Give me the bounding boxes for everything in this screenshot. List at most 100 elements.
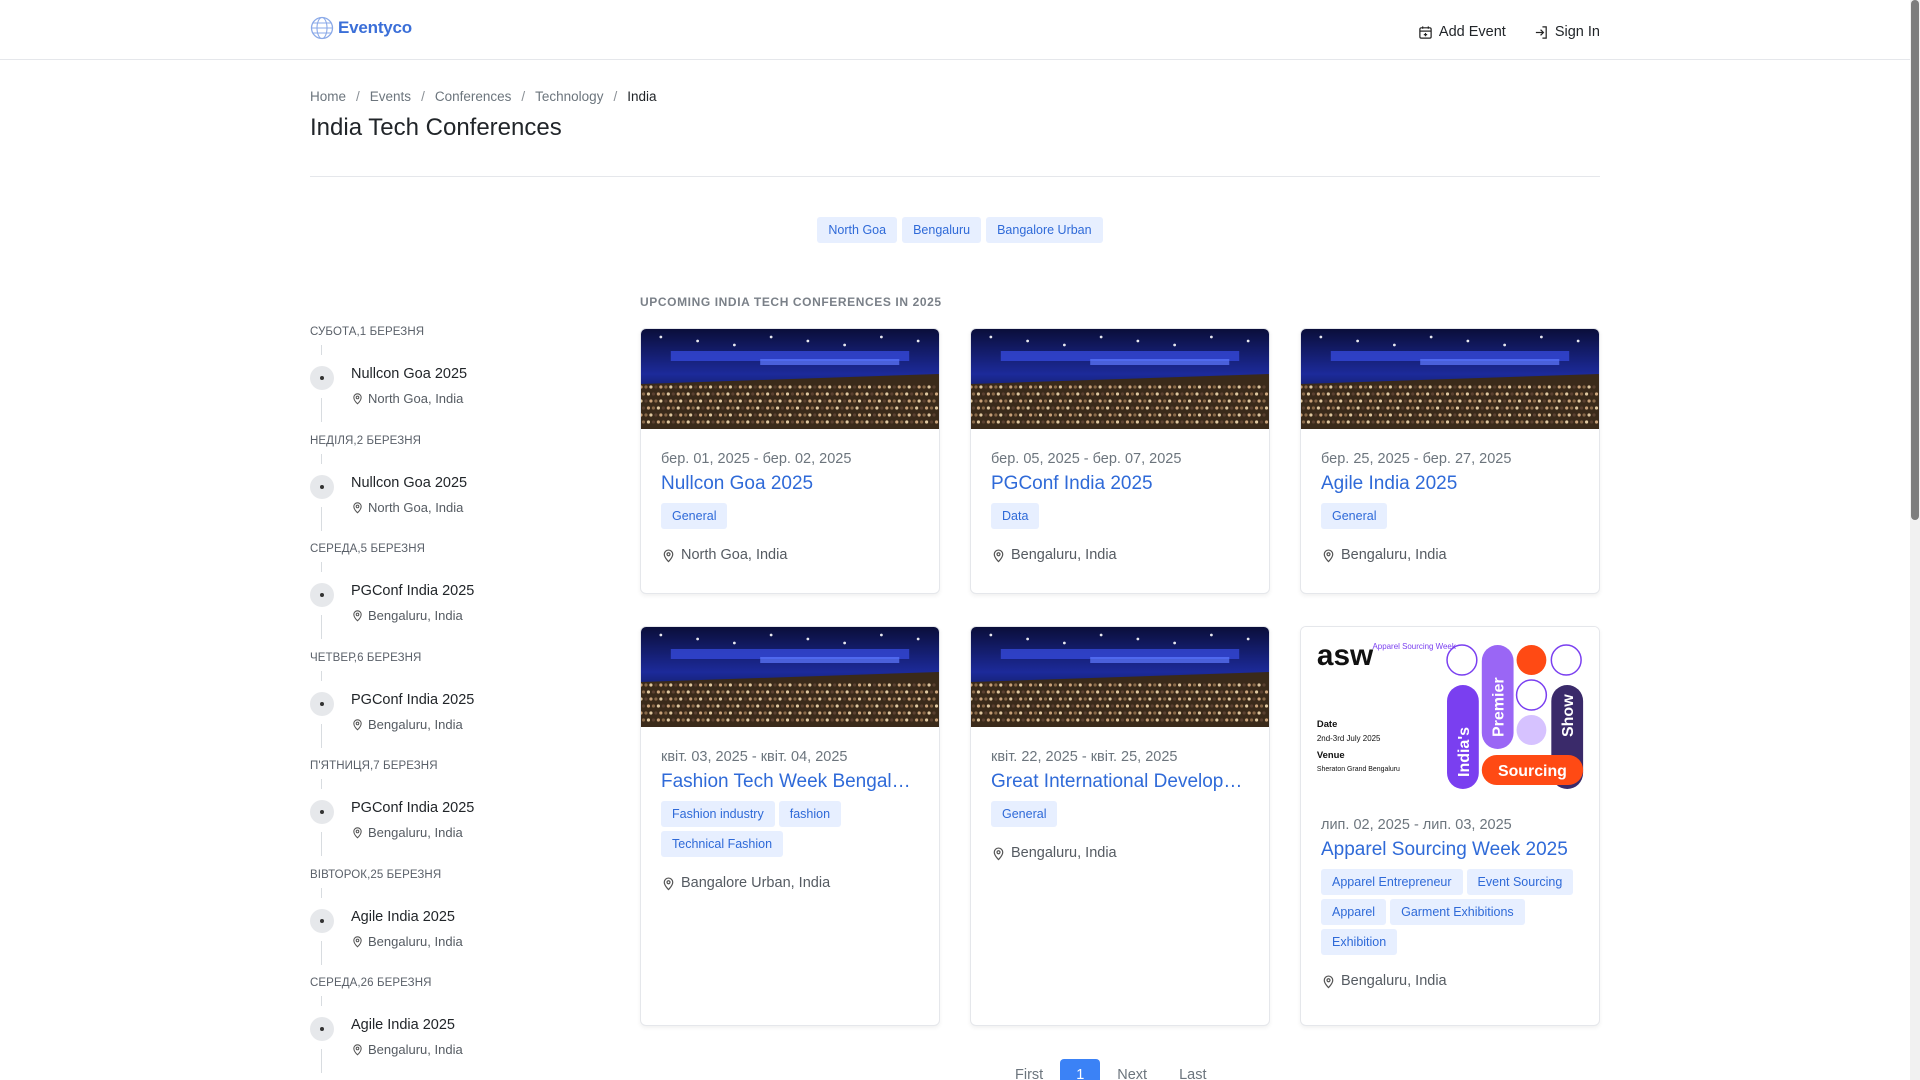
event-tag[interactable]: Exhibition xyxy=(1321,929,1398,955)
timeline-event-title[interactable]: PGConf India 2025 xyxy=(351,583,474,599)
event-location-text: Bengaluru, India xyxy=(1011,845,1117,861)
brand-logo[interactable]: Eventyco xyxy=(310,16,412,40)
timeline-date: четвер,6 березня xyxy=(310,651,422,664)
timeline-dot-icon xyxy=(310,366,334,390)
event-title[interactable]: Fashion Tech Week Bengaluru xyxy=(661,771,919,793)
timeline-connector xyxy=(321,670,322,681)
event-tags: Data xyxy=(991,503,1249,529)
event-card[interactable]: бер. 05, 2025 - бер. 07, 2025 PGConf Indi… xyxy=(970,328,1270,594)
event-hall-image[interactable] xyxy=(971,627,1269,727)
pagination-last[interactable]: Last xyxy=(1164,1059,1221,1080)
timeline-event-title[interactable]: Agile India 2025 xyxy=(351,909,455,925)
timeline-dot-icon xyxy=(310,908,334,933)
event-location: Bangalore Urban, India xyxy=(661,875,919,891)
timeline-date: п'ятниця,7 березня xyxy=(310,760,438,772)
event-tags: Apparel Entrepreneur Event Sourcing Appare… xyxy=(1321,869,1579,955)
event-tag[interactable]: Technical Fashion xyxy=(661,831,784,857)
pagination-current[interactable]: 1 xyxy=(1060,1059,1101,1080)
section-label: Upcoming India Tech Conferences in 2025 xyxy=(640,295,942,309)
pagination-next[interactable]: Next xyxy=(1102,1059,1162,1080)
timeline-event-location: North Goa, India xyxy=(351,500,463,515)
page-scrollbar[interactable] xyxy=(1910,0,1920,1080)
event-card[interactable]: квіт. 22, 2025 - квіт. 25, 2025 Great Int… xyxy=(970,626,1270,1026)
timeline-connector xyxy=(321,615,322,639)
breadcrumb-separator: / xyxy=(421,89,425,104)
event-card[interactable]: asw Apparel Sourcing Week Date 2nd-3rd July… xyxy=(1300,626,1600,1026)
timeline-connector xyxy=(321,345,322,355)
sign-in-link[interactable]: Sign In xyxy=(1534,24,1600,40)
event-tag[interactable]: General xyxy=(661,503,728,529)
timeline-event-title[interactable]: Nullcon Goa 2025 xyxy=(351,475,467,491)
breadcrumb-technology[interactable]: Technology xyxy=(535,89,603,104)
pagination-first[interactable]: First xyxy=(1000,1059,1058,1080)
timeline-item: середа,26 березня Agile India 2025 Bengalu… xyxy=(310,969,590,1078)
timeline-dot-icon xyxy=(310,1017,334,1041)
event-title[interactable]: Agile India 2025 xyxy=(1321,473,1579,495)
add-event-link[interactable]: Add Event xyxy=(1418,24,1506,40)
location-chip-bengaluru[interactable]: Bengaluru xyxy=(902,217,982,243)
event-hall-image[interactable] xyxy=(971,329,1269,429)
event-tag[interactable]: Garment Exhibitions xyxy=(1390,899,1525,925)
event-poster-image[interactable]: asw Apparel Sourcing Week Date 2nd-3rd July… xyxy=(1301,627,1599,795)
map-pin-icon xyxy=(661,548,676,563)
event-tag[interactable]: General xyxy=(991,801,1058,827)
event-location: Bengaluru, India xyxy=(1321,547,1579,563)
top-navbar: Eventyco Add Event Sign In xyxy=(0,0,1910,60)
brand-name: Eventyco xyxy=(338,18,412,37)
event-location: Bengaluru, India xyxy=(1321,973,1579,989)
location-chip-bangalore-urban[interactable]: Bangalore Urban xyxy=(986,217,1103,243)
breadcrumb-conferences[interactable]: Conferences xyxy=(435,89,512,104)
event-tag[interactable]: Data xyxy=(991,503,1040,529)
event-location-text: Bengaluru, India xyxy=(1341,973,1447,989)
event-tag[interactable]: General xyxy=(1321,503,1388,529)
asw-logo: asw xyxy=(1317,639,1374,672)
event-card[interactable]: бер. 25, 2025 - бер. 27, 2025 Agile India… xyxy=(1300,328,1600,594)
event-card[interactable]: квіт. 03, 2025 - квіт. 04, 2025 Fashion T… xyxy=(640,626,940,1026)
timeline-dot-icon xyxy=(310,583,334,607)
asw-word-3: Show xyxy=(1560,694,1577,737)
event-location-text: Bengaluru, India xyxy=(1341,547,1447,563)
map-pin-icon xyxy=(661,876,676,891)
event-hall-image[interactable] xyxy=(641,627,939,727)
breadcrumb-home[interactable]: Home xyxy=(310,89,346,104)
location-chip-north-goa[interactable]: North Goa xyxy=(817,217,898,243)
event-hall-image[interactable] xyxy=(641,329,939,429)
timeline-event-location: North Goa, India xyxy=(351,391,463,406)
asw-word-4: Sourcing xyxy=(1498,763,1567,780)
event-hall-image[interactable] xyxy=(1301,329,1599,429)
event-tag[interactable]: Apparel xyxy=(1321,899,1387,925)
timeline-event-location: Bengaluru, India xyxy=(351,608,463,623)
scrollbar-thumb[interactable] xyxy=(1911,0,1919,520)
map-pin-icon xyxy=(1321,974,1336,989)
timeline-location-text: Bengaluru, India xyxy=(368,608,463,623)
timeline-event-title[interactable]: PGConf India 2025 xyxy=(351,800,474,816)
event-dates: квіт. 03, 2025 - квіт. 04, 2025 xyxy=(661,749,848,765)
timeline-location-text: North Goa, India xyxy=(368,391,464,406)
event-card[interactable]: бер. 01, 2025 - бер. 02, 2025 Nullcon Goa… xyxy=(640,328,940,594)
timeline-item: субота,1 березня Nullcon Goa 2025 North Go… xyxy=(310,318,590,427)
map-pin-icon xyxy=(351,392,364,405)
event-tag[interactable]: Apparel Entrepreneur xyxy=(1321,869,1463,895)
add-event-label: Add Event xyxy=(1438,24,1506,40)
asw-venue-value: Sheraton Grand Bengaluru xyxy=(1317,766,1400,773)
event-tag[interactable]: Fashion industry xyxy=(661,801,775,827)
breadcrumb-separator: / xyxy=(613,89,618,104)
timeline-item: четвер,6 березня PGConf India 2025 Bengalu… xyxy=(310,644,590,753)
event-title[interactable]: Nullcon Goa 2025 xyxy=(661,473,919,495)
event-title[interactable]: PGConf India 2025 xyxy=(991,473,1249,495)
breadcrumb-separator: / xyxy=(356,89,360,104)
event-tag[interactable]: fashion xyxy=(778,801,842,827)
event-title[interactable]: Apparel Sourcing Week 2025 xyxy=(1321,839,1579,861)
timeline-location-text: Bengaluru, India xyxy=(368,716,463,732)
map-pin-icon xyxy=(351,718,364,731)
breadcrumb-events[interactable]: Events xyxy=(370,89,411,104)
pagination: First 1 Next Last xyxy=(1000,1059,1222,1080)
timeline-event-title[interactable]: Nullcon Goa 2025 xyxy=(351,366,467,382)
timeline-date: середа,5 березня xyxy=(310,543,426,555)
timeline-event-title[interactable]: PGConf India 2025 xyxy=(351,692,474,708)
event-title[interactable]: Great International Developers Summit xyxy=(991,771,1249,793)
breadcrumb: Home / Events / Conferences / Technology… xyxy=(310,89,657,104)
timeline-event-title[interactable]: Agile India 2025 xyxy=(351,1017,455,1033)
timeline-connector xyxy=(321,996,322,1006)
event-tag[interactable]: Event Sourcing xyxy=(1466,869,1574,895)
